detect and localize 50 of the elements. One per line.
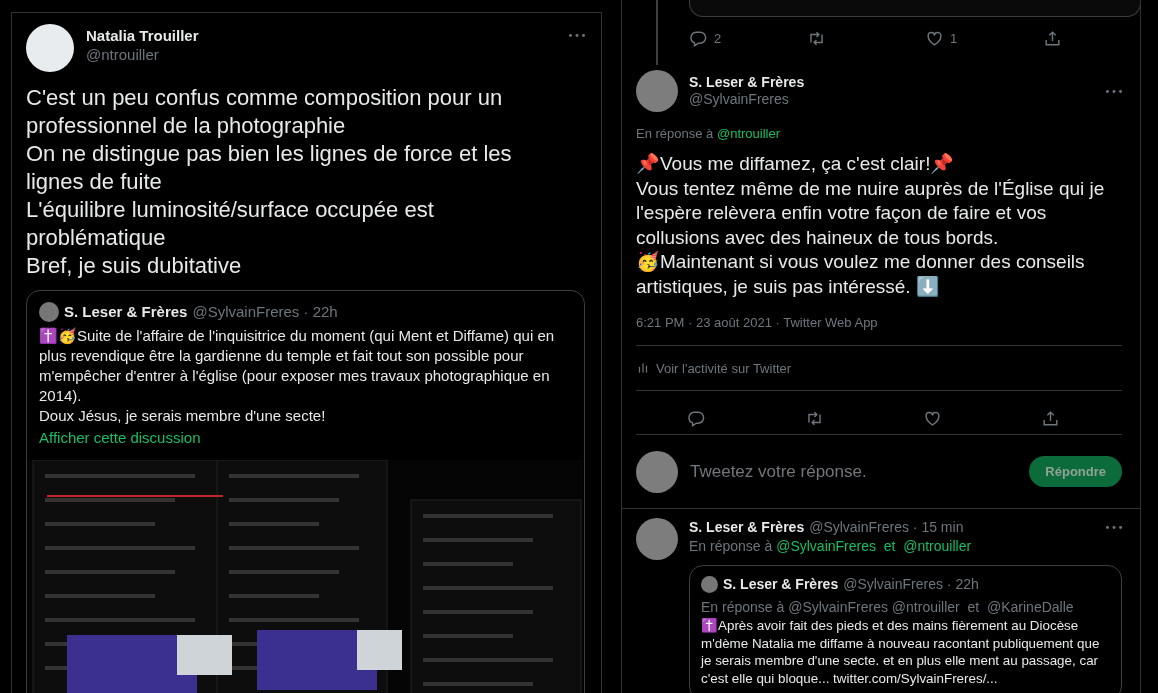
reply-button[interactable]	[687, 409, 706, 428]
reply-field[interactable]: Tweetez votre réponse.	[690, 457, 1018, 486]
more-icon	[1106, 89, 1122, 93]
quoted-tweet-card[interactable]	[26, 290, 585, 693]
share-icon	[1041, 409, 1060, 428]
retweet-icon	[805, 409, 824, 428]
mention-link[interactable]: @ntrouiller	[716, 126, 781, 141]
author-name: S. Leser & Frères	[64, 302, 188, 322]
like-button[interactable]: 1	[925, 29, 958, 48]
like-button[interactable]	[923, 409, 942, 428]
mention-link[interactable]: @SylvainFreres et @ntrouiller	[776, 538, 972, 554]
activity-link[interactable]: Voir l'activité sur Twitter	[656, 360, 792, 376]
more-icon	[569, 34, 585, 37]
heart-icon	[923, 409, 942, 428]
reply-button[interactable]: 2	[689, 29, 722, 48]
share-icon	[1043, 29, 1062, 48]
quoted-tweet-text: ✝🥳Suite de l'affaire de l'inquisitrice du moment (qui Ment et Diffame) qui en plus revendique être la gardienne du temple et fait tout son possible pour m'empêcher d'entrer à l'église (pour exposer mes travaux photographique en 2014). Doux Jésus, je serais membre d'une secte!	[38, 326, 556, 426]
tweet-text: 📌Vous me diffamez, ça c'est clair!📌 Vous tentez même de me nuire auprès de l'Église qui je l'espère relèvera enfin votre façon de faire et vos collusions avec des haineux de tous bords. 🥳Maintenant si vous voulez me donner des conseils artistiques, je suis pas intéressé. ⬇	[636, 152, 1106, 299]
author-name: Natalia Trouiller	[86, 26, 199, 45]
share-button[interactable]	[1043, 29, 1062, 48]
retweet-icon	[807, 29, 826, 48]
author-handle: @SylvainFreres · 15 min	[809, 519, 964, 536]
reply-to-text: En réponse à @SylvainFreres @ntrouiller et @KarineDalle	[701, 598, 1075, 617]
avatar-image	[39, 302, 59, 322]
author-name: S. Leser & Frères	[689, 519, 805, 536]
author-handle: @SylvainFreres	[689, 91, 790, 108]
reply-icon	[689, 29, 708, 48]
bar-chart-icon	[636, 361, 650, 375]
tweet-meta: 6:21 PM · 23 août 2021 · Twitter Web App	[636, 314, 879, 332]
thread-line	[656, 0, 658, 65]
author-handle: @SylvainFreres · 22h	[192, 302, 338, 322]
reply-button[interactable]: Répondre	[1029, 456, 1122, 487]
retweet-button[interactable]	[805, 409, 824, 428]
reply-to-label: En réponse à	[636, 126, 714, 141]
author-name: S. Leser & Frères	[689, 74, 805, 91]
reply-icon	[687, 409, 706, 428]
tweet-text: C'est un peu confus comme composition pour un professionnel de la photographie On ne distingue pas bien les lignes de force et les lignes de fuite L'équilibre luminosité/surface occupée est problématique Bref, je suis dubitative	[26, 84, 513, 280]
heart-icon	[925, 29, 944, 48]
avatar-image	[701, 575, 718, 593]
more-icon	[1106, 526, 1122, 529]
share-button[interactable]	[1041, 409, 1060, 428]
author-handle: @SylvainFreres · 22h	[843, 575, 979, 593]
quoted-tweet-text: ✝Après avoir fait des pieds et des mains fièrement au Diocèse m'dème Natalia me diffame à nouveau racontant publiquement que je serais membre d'une secte. et en plus elle ment au passage, car c'est elle qui bloque... twitter.com/SylvainFreres/...	[701, 617, 1101, 687]
author-handle: @ntrouiller	[86, 45, 160, 64]
avatar-image[interactable]	[26, 24, 74, 72]
author-name: S. Leser & Frères	[723, 575, 839, 594]
reply-to-label: En réponse à	[689, 538, 773, 554]
show-thread-link[interactable]: Afficher cette discussion	[27, 428, 213, 448]
avatar-image	[636, 450, 678, 493]
retweet-button[interactable]	[807, 29, 826, 48]
